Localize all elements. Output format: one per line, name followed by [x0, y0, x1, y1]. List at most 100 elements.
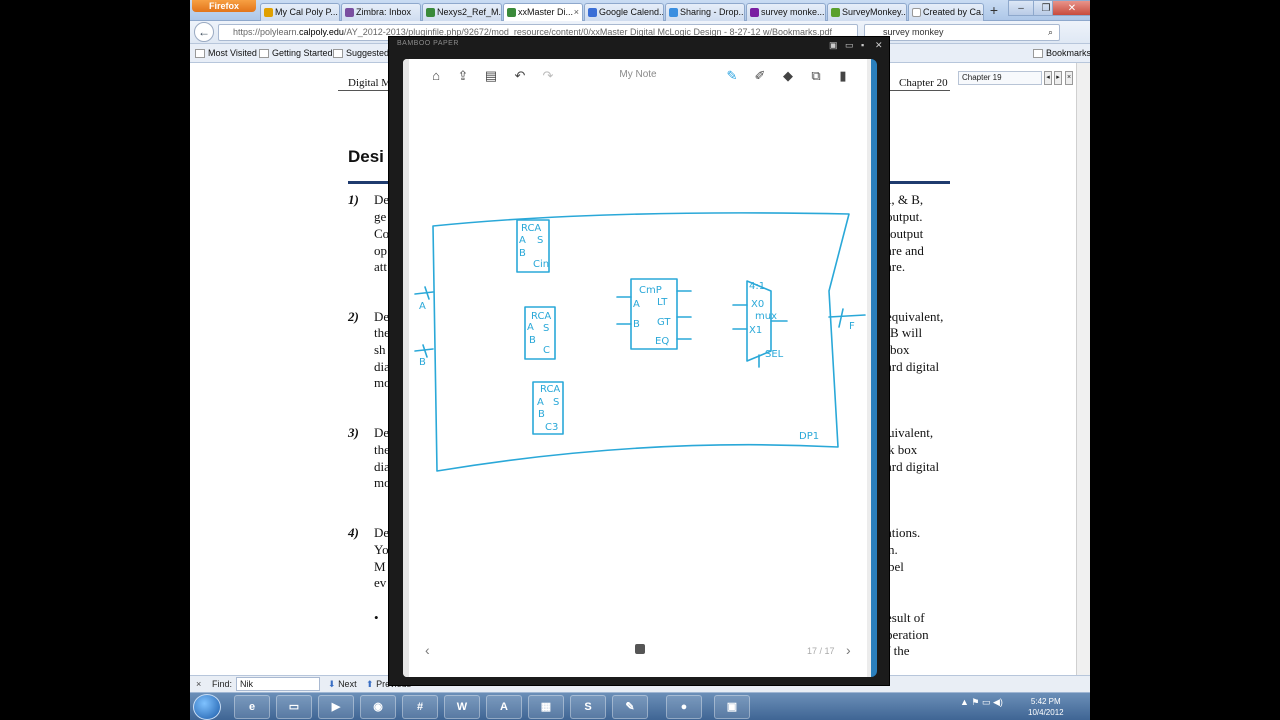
tab-google-calendar[interactable]: Google Calend...	[584, 3, 664, 21]
pdf-line: ations.	[886, 525, 921, 540]
tab-survey-monkey-search[interactable]: survey monke...	[746, 3, 826, 21]
paint-taskbar-icon[interactable]: ✎	[612, 695, 648, 719]
next-page-icon[interactable]: ›	[846, 642, 851, 658]
bamboo-restore-icon[interactable]: ▪	[861, 40, 864, 50]
bookmark-icon	[1033, 49, 1043, 58]
output-f-arrow	[828, 308, 866, 328]
clock-time: 5:42 PM	[1030, 697, 1061, 706]
bookmarks-menu[interactable]: Bookmarks	[1032, 44, 1090, 62]
word-taskbar-icon[interactable]: W	[444, 695, 480, 719]
sketch-label: GT	[657, 317, 671, 328]
tab-zimbra[interactable]: Zimbra: Inbox	[341, 3, 421, 21]
sketch-label: RCA	[521, 223, 541, 234]
vertical-scrollbar[interactable]	[1076, 63, 1090, 675]
tab-label: survey monke...	[761, 7, 825, 17]
system-tray[interactable]: ▲ ⚑ ▭ ◀)	[960, 697, 1003, 708]
pdf-line: esult of	[886, 610, 925, 625]
notebook-cover: ⌂ ⇪ ▤ ↶ ↷ My Note ✎ ✐ ◆ ⧉ ▮ RCA A S B Ci…	[403, 59, 877, 677]
tab-nexys2[interactable]: Nexys2_Ref_M...	[422, 3, 502, 21]
bookmark-getting-started[interactable]: Getting Started	[258, 44, 333, 62]
pdf-line: Yo	[374, 542, 389, 557]
sketch-label: A	[419, 301, 426, 312]
tab-favicon	[912, 8, 921, 17]
pdf-chapter-field[interactable]: Chapter 19	[958, 71, 1042, 85]
pdf-item-number: 1)	[348, 192, 359, 207]
pdf-item-number: 2)	[348, 309, 359, 324]
pdf-line: op	[374, 243, 387, 258]
tab-favicon	[750, 8, 759, 17]
note-page[interactable]: ⌂ ⇪ ▤ ↶ ↷ My Note ✎ ✐ ◆ ⧉ ▮ RCA A S B Ci…	[403, 59, 871, 677]
page-overview-icon[interactable]	[635, 644, 645, 654]
pdf-line: ard digital	[886, 459, 940, 474]
acrobat-taskbar-icon[interactable]: A	[486, 695, 522, 719]
skype-taskbar-icon[interactable]: S	[570, 695, 606, 719]
tab-favicon	[669, 8, 678, 17]
media-taskbar-icon[interactable]: ▶	[318, 695, 354, 719]
search-icon[interactable]: ⌕	[1048, 25, 1053, 40]
ie-taskbar-icon[interactable]: e	[234, 695, 270, 719]
previous-page-icon[interactable]: ‹	[425, 642, 430, 658]
pdf-running-header-right: Chapter 20	[899, 77, 948, 89]
pdf-line: uivalent,	[888, 425, 934, 440]
windows-taskbar: e ▭ ▶ ◉ # W A ▦ S ✎ ● ▣ ▲ ⚑ ▭ ◀) 5:42 PM…	[190, 692, 1090, 720]
find-label: Find:	[212, 679, 233, 689]
input-a-arrow	[414, 286, 434, 300]
bamboo-close-icon[interactable]: ✕	[875, 40, 883, 51]
camtasia-taskbar-icon[interactable]: ●	[666, 695, 702, 719]
sketch-label: RCA	[531, 311, 551, 322]
sketch-label: A	[519, 235, 526, 246]
pdf-line: output.	[886, 209, 923, 224]
pdf-prev-button[interactable]: ◂	[1044, 71, 1052, 85]
explorer-taskbar-icon[interactable]: ▭	[276, 695, 312, 719]
sketch-label: LT	[657, 297, 668, 308]
tab-label: Sharing - Drop...	[680, 7, 745, 17]
close-window-button[interactable]: ✕	[1052, 0, 1090, 16]
page-indicator: 17 / 17	[807, 646, 835, 656]
sketch-label: B	[419, 357, 426, 368]
bamboo-settings-icon[interactable]: ▣	[829, 40, 838, 51]
bamboo-taskbar-icon[interactable]: ▣	[714, 695, 750, 719]
sketch-label: B	[633, 319, 640, 330]
comparator-pins	[616, 290, 692, 340]
bamboo-window-title: BAMBOO PAPER	[397, 40, 459, 47]
start-button[interactable]	[193, 694, 221, 720]
search-bar[interactable]: survey monkey ⌕	[864, 24, 1060, 41]
find-next-button[interactable]: ⬇ Next	[328, 676, 357, 692]
sketch-label: 4:1	[749, 281, 765, 292]
sketch-label: mux	[755, 311, 777, 322]
bookmark-most-visited[interactable]: Most Visited	[194, 44, 257, 62]
sketch-label: A	[633, 299, 640, 310]
pdf-line: are and	[886, 243, 924, 258]
input-b-arrow	[414, 344, 434, 358]
firefox-taskbar-icon[interactable]: ◉	[360, 695, 396, 719]
sketch-label: C3	[545, 422, 558, 433]
close-find-icon[interactable]: ×	[196, 676, 201, 692]
tab-created-by[interactable]: Created by Ca...	[908, 3, 984, 21]
new-tab-button[interactable]: +	[986, 2, 1002, 18]
tab-dropbox[interactable]: Sharing - Drop...	[665, 3, 745, 21]
tab-xxmaster[interactable]: xxMaster Di... ×	[503, 3, 583, 21]
pdf-line: De	[374, 309, 390, 324]
tab-mycalpoly[interactable]: My Cal Poly P...	[260, 3, 340, 21]
tab-favicon	[264, 8, 273, 17]
find-next-label: Next	[338, 679, 357, 689]
calculator-taskbar-icon[interactable]: ▦	[528, 695, 564, 719]
pdf-close-button[interactable]: ×	[1065, 71, 1073, 85]
tab-label: xxMaster Di...	[518, 7, 574, 17]
slack-taskbar-icon[interactable]: #	[402, 695, 438, 719]
minimize-button[interactable]: –	[1008, 0, 1034, 16]
pdf-next-button[interactable]: ▸	[1054, 71, 1062, 85]
bookmark-label: Bookmarks	[1046, 48, 1090, 58]
pdf-line: Co	[374, 226, 390, 241]
taskbar-clock[interactable]: 5:42 PM 10/4/2012	[1028, 696, 1064, 718]
bookmark-suggested[interactable]: Suggested Sites	[332, 44, 388, 62]
sketch-label: CmP	[639, 285, 662, 296]
tab-surveymonkey[interactable]: SurveyMonkey...	[827, 3, 907, 21]
back-button[interactable]: ←	[194, 22, 214, 42]
bamboo-minimize-icon[interactable]: ▭	[845, 40, 854, 51]
find-input[interactable]: Nik	[236, 677, 320, 691]
firefox-menu-button[interactable]: Firefox	[192, 0, 256, 12]
url-prefix: https://polylearn.	[233, 27, 300, 37]
tab-close-icon[interactable]: ×	[574, 4, 579, 20]
url-domain: calpoly.edu	[299, 27, 344, 37]
